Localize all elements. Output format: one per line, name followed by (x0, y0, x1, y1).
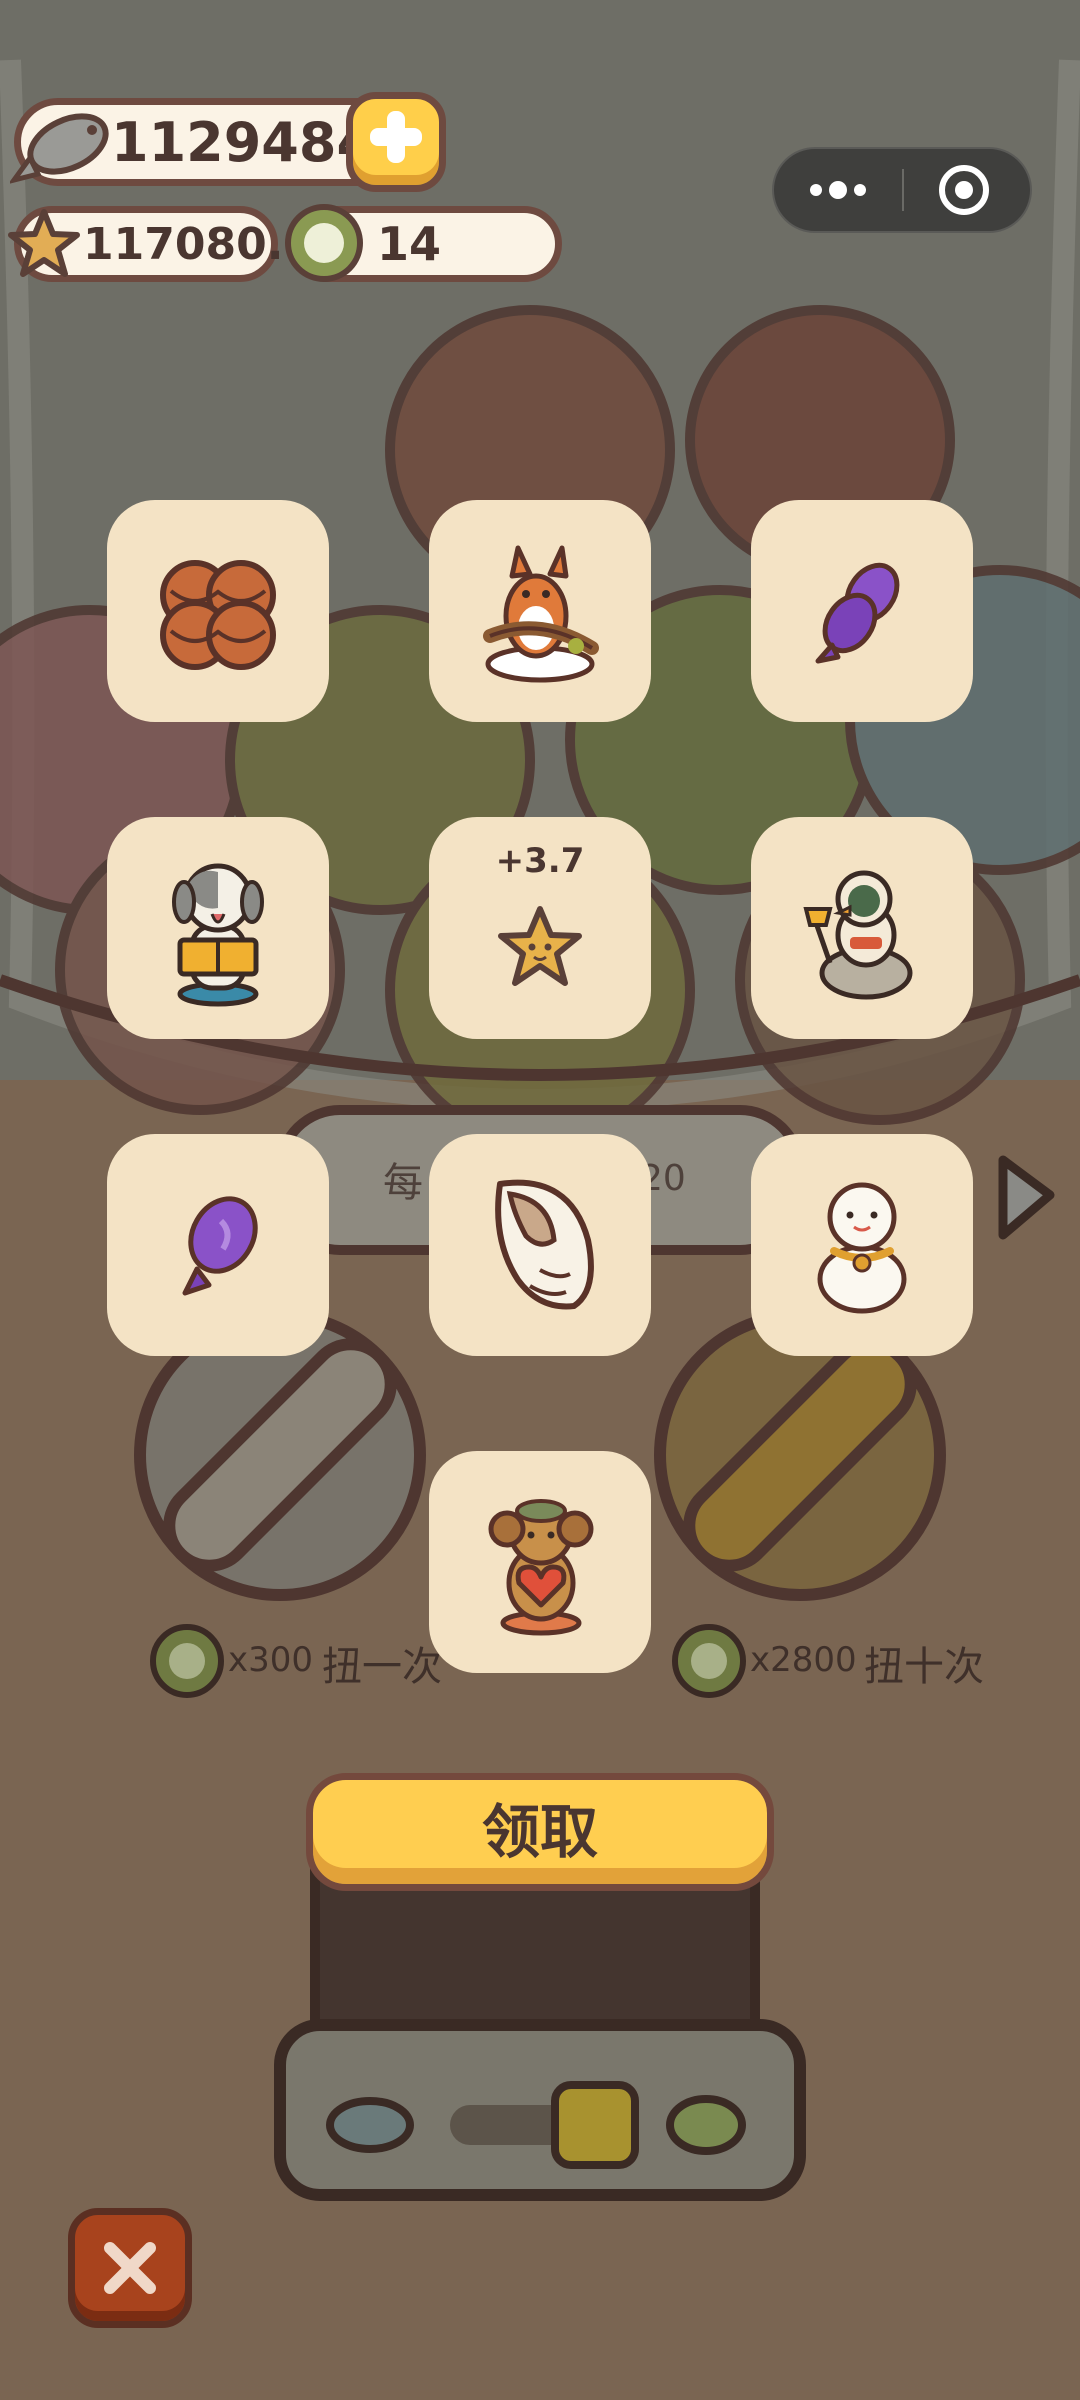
ten-pull-label[interactable]: 扭十次 (864, 1634, 984, 1692)
star-count: 117080.1 (83, 218, 315, 270)
more-dots-icon (810, 181, 866, 199)
dog-reading-figure-icon (172, 863, 264, 1007)
snowman-figure-icon (817, 1182, 907, 1314)
more-button[interactable] (774, 149, 902, 231)
reward-tile (429, 1134, 651, 1356)
fish-icon (10, 113, 109, 184)
token-count: 14 (377, 217, 442, 271)
star-icon (8, 209, 80, 277)
reward-tile (751, 500, 973, 722)
reward-tile (107, 1134, 329, 1356)
reward-tile (751, 817, 973, 1039)
mini-program-capsule (772, 147, 1032, 233)
target-icon (939, 165, 989, 215)
close-icon (104, 2242, 156, 2294)
yarn-balls-icon (160, 560, 276, 670)
token-icon (150, 1624, 224, 1698)
seashell-icon (495, 1179, 594, 1310)
purple-fish-icon (815, 562, 900, 664)
star-reward-amount: +3.7 (495, 841, 585, 881)
exit-button[interactable] (904, 149, 1030, 231)
claim-button[interactable]: 领取 (306, 1773, 774, 1891)
fox-figure-icon (483, 545, 599, 683)
reward-tile (107, 500, 329, 722)
reward-tile: +3.7 (429, 817, 651, 1039)
daily-label-left: 每 (383, 1160, 423, 1206)
reward-tile (429, 500, 651, 722)
reward-tile (429, 1451, 651, 1673)
bear-heart-figure-icon (488, 1499, 594, 1636)
duck-explorer-figure-icon (803, 870, 913, 1000)
add-fish-button[interactable] (346, 92, 446, 192)
purple-fish-icon (182, 1196, 258, 1296)
plus-icon (370, 111, 422, 163)
star-icon (498, 906, 582, 986)
single-pull-label[interactable]: 扭一次 (322, 1634, 442, 1692)
close-button[interactable] (68, 2208, 192, 2328)
reward-tile (751, 1134, 973, 1356)
token-icon (672, 1624, 746, 1698)
ten-pull-cost: x2800 (750, 1640, 857, 1680)
token-icon (285, 204, 363, 282)
reward-tile (107, 817, 329, 1039)
single-pull-cost: x300 (228, 1640, 314, 1680)
